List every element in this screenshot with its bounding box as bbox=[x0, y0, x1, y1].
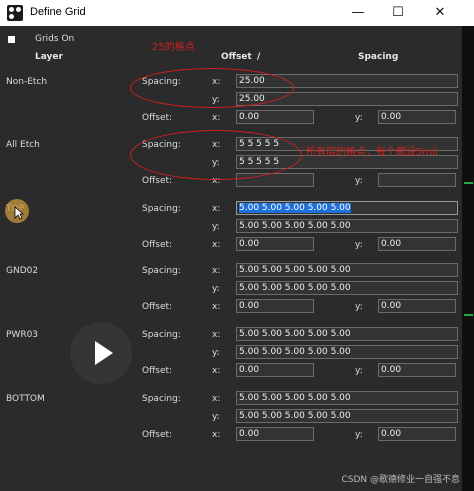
spacing-x-field-top[interactable]: 5.00 5.00 5.00 5.00 5.00 bbox=[236, 201, 458, 215]
offset-y-field-pwr03[interactable]: 0.00 bbox=[378, 363, 456, 377]
layer-name-all-etch: All Etch bbox=[6, 140, 40, 150]
offset-y-label: y: bbox=[355, 366, 363, 376]
spacing-y-value: 5.00 5.00 5.00 5.00 5.00 bbox=[239, 411, 351, 421]
offset-x-label: x: bbox=[212, 430, 221, 440]
offset-y-field-all-etch[interactable] bbox=[378, 173, 456, 187]
annotation-note-grid-25: 25的格点 bbox=[152, 42, 195, 53]
offset-x-field-top[interactable]: 0.00 bbox=[236, 237, 314, 251]
offset-y-value: 0.00 bbox=[381, 429, 402, 439]
annotation-note-all-layers: 所有层的格点，每个都设5mil bbox=[306, 147, 438, 158]
offset-x-value: 0.00 bbox=[239, 429, 260, 439]
offset-label: Offset: bbox=[142, 176, 173, 186]
close-button[interactable]: ✕ bbox=[420, 0, 460, 26]
offset-y-label: y: bbox=[355, 176, 363, 186]
grids-on-label: Grids On bbox=[35, 34, 75, 44]
offset-x-label: x: bbox=[212, 366, 221, 376]
spacing-label: Spacing: bbox=[142, 394, 181, 404]
spacing-label: Spacing: bbox=[142, 266, 181, 276]
offset-y-label: y: bbox=[355, 302, 363, 312]
spacing-x-value: 5.00 5.00 5.00 5.00 5.00 bbox=[239, 329, 351, 339]
offset-y-field-bottom[interactable]: 0.00 bbox=[378, 427, 456, 441]
spacing-label: Spacing: bbox=[142, 330, 181, 340]
window-title-bar: Define Grid — ☐ ✕ bbox=[0, 0, 474, 26]
header-separator: / bbox=[257, 52, 261, 62]
offset-x-field-bottom[interactable]: 0.00 bbox=[236, 427, 314, 441]
spacing-x-label: x: bbox=[212, 394, 221, 404]
offset-y-label: y: bbox=[355, 113, 363, 123]
offset-x-field-pwr03[interactable]: 0.00 bbox=[236, 363, 314, 377]
grids-on-checkbox[interactable] bbox=[8, 36, 15, 43]
background-editor-strip bbox=[462, 26, 474, 491]
spacing-y-value: 5.00 5.00 5.00 5.00 5.00 bbox=[239, 221, 351, 231]
layer-name-non-etch: Non-Etch bbox=[6, 77, 48, 87]
offset-y-label: y: bbox=[355, 430, 363, 440]
spacing-y-label: y: bbox=[212, 348, 220, 358]
offset-y-value: 0.00 bbox=[381, 365, 402, 375]
offset-x-field-non-etch[interactable]: 0.00 bbox=[236, 110, 314, 124]
spacing-y-value: 5.00 5.00 5.00 5.00 5.00 bbox=[239, 283, 351, 293]
offset-label: Offset: bbox=[142, 366, 173, 376]
video-play-button[interactable] bbox=[70, 322, 132, 384]
offset-y-field-top[interactable]: 0.00 bbox=[378, 237, 456, 251]
spacing-y-label: y: bbox=[212, 412, 220, 422]
maximize-button[interactable]: ☐ bbox=[378, 0, 418, 26]
offset-x-value: 0.00 bbox=[239, 239, 260, 249]
annotation-oval-non-etch bbox=[130, 68, 294, 108]
offset-x-label: x: bbox=[212, 113, 221, 123]
spacing-column-header: Spacing bbox=[358, 52, 399, 62]
spacing-x-value: 5.00 5.00 5.00 5.00 5.00 bbox=[239, 203, 351, 213]
annotation-oval-all-etch bbox=[130, 130, 302, 180]
offset-label: Offset: bbox=[142, 302, 173, 312]
spacing-y-label: y: bbox=[212, 222, 220, 232]
offset-y-value: 0.00 bbox=[381, 239, 402, 249]
spacing-x-field-pwr03[interactable]: 5.00 5.00 5.00 5.00 5.00 bbox=[236, 327, 458, 341]
offset-y-value: 0.00 bbox=[381, 301, 402, 311]
offset-x-value: 0.00 bbox=[239, 112, 260, 122]
spacing-y-value: 5.00 5.00 5.00 5.00 5.00 bbox=[239, 347, 351, 357]
offset-x-label: x: bbox=[212, 302, 221, 312]
spacing-y-field-top[interactable]: 5.00 5.00 5.00 5.00 5.00 bbox=[236, 219, 458, 233]
watermark: CSDN @歌德修业一自强不息 bbox=[341, 475, 460, 485]
spacing-y-field-bottom[interactable]: 5.00 5.00 5.00 5.00 5.00 bbox=[236, 409, 458, 423]
layer-name-pwr03: PWR03 bbox=[6, 330, 39, 340]
layer-name-gnd02: GND02 bbox=[6, 266, 39, 276]
spacing-x-label: x: bbox=[212, 330, 221, 340]
spacing-x-field-gnd02[interactable]: 5.00 5.00 5.00 5.00 5.00 bbox=[236, 263, 458, 277]
spacing-label: Spacing: bbox=[142, 204, 181, 214]
spacing-y-field-gnd02[interactable]: 5.00 5.00 5.00 5.00 5.00 bbox=[236, 281, 458, 295]
offset-y-value: 0.00 bbox=[381, 112, 402, 122]
app-grid-icon bbox=[7, 5, 23, 21]
offset-y-label: y: bbox=[355, 240, 363, 250]
offset-label: Offset: bbox=[142, 113, 173, 123]
play-icon bbox=[95, 341, 113, 365]
spacing-x-label: x: bbox=[212, 204, 221, 214]
offset-label: Offset: bbox=[142, 240, 173, 250]
spacing-y-label: y: bbox=[212, 284, 220, 294]
spacing-y-field-pwr03[interactable]: 5.00 5.00 5.00 5.00 5.00 bbox=[236, 345, 458, 359]
offset-x-value: 0.00 bbox=[239, 365, 260, 375]
offset-y-field-non-etch[interactable]: 0.00 bbox=[378, 110, 456, 124]
offset-x-value: 0.00 bbox=[239, 301, 260, 311]
layer-name-bottom: BOTTOM bbox=[6, 394, 45, 404]
layer-column-header: Layer bbox=[35, 52, 63, 62]
offset-label: Offset: bbox=[142, 430, 173, 440]
offset-y-field-gnd02[interactable]: 0.00 bbox=[378, 299, 456, 313]
mouse-pointer-icon bbox=[14, 206, 24, 220]
spacing-x-value: 5.00 5.00 5.00 5.00 5.00 bbox=[239, 393, 351, 403]
spacing-x-field-bottom[interactable]: 5.00 5.00 5.00 5.00 5.00 bbox=[236, 391, 458, 405]
spacing-x-value: 5.00 5.00 5.00 5.00 5.00 bbox=[239, 265, 351, 275]
minimize-button[interactable]: — bbox=[338, 0, 378, 26]
window-title: Define Grid bbox=[30, 6, 86, 18]
offset-x-field-gnd02[interactable]: 0.00 bbox=[236, 299, 314, 313]
spacing-x-label: x: bbox=[212, 266, 221, 276]
offset-x-label: x: bbox=[212, 240, 221, 250]
offset-column-header: Offset bbox=[221, 52, 252, 62]
